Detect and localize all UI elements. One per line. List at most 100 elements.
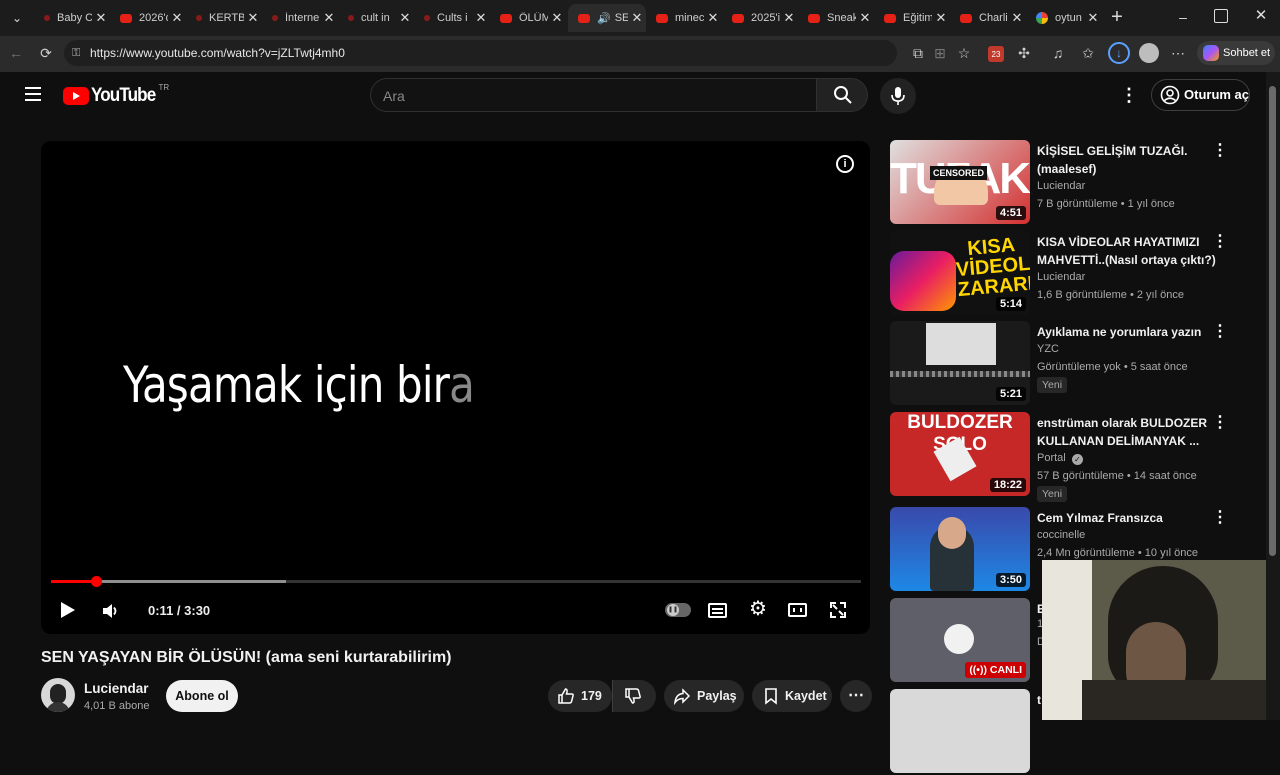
downloads-icon[interactable]: ↓: [1108, 42, 1130, 64]
channel-name[interactable]: Luciendar: [1037, 271, 1085, 283]
theater-mode-button[interactable]: [788, 603, 807, 617]
recommendation-item[interactable]: KISA VİDEOLAR ZARARLI 5:14 KISA VİDEOLAR…: [890, 231, 1240, 317]
site-info-icon[interactable]: ⚿: [72, 40, 80, 66]
more-vertical-icon[interactable]: ⋮: [1212, 143, 1228, 159]
video-title[interactable]: KİŞİSEL GELİŞİM TUZAĞI. (maalesef): [1037, 142, 1217, 178]
video-thumbnail[interactable]: BULDOZER SOLO 18:22: [890, 412, 1030, 496]
video-thumbnail[interactable]: TUZAK CENSORED 4:51: [890, 140, 1030, 224]
close-window-button[interactable]: ✕: [1252, 7, 1270, 25]
youtube-logo[interactable]: YouTube TR: [63, 83, 173, 107]
minimize-button[interactable]: –: [1174, 8, 1192, 26]
collections-icon[interactable]: ✩: [1078, 44, 1098, 62]
tab-audio-icon[interactable]: 🔊: [597, 12, 611, 25]
browser-tab[interactable]: Baby C ✕: [34, 4, 110, 32]
recommendation-item[interactable]: BULDOZER SOLO 18:22 enstrüman olarak BUL…: [890, 412, 1240, 502]
video-title[interactable]: KISA VİDEOLAR HAYATIMIZI MAHVETTİ..(Nası…: [1037, 233, 1217, 269]
tab-close-icon[interactable]: ✕: [548, 10, 566, 26]
browser-tab[interactable]: Cults i ✕: [414, 4, 490, 32]
video-thumbnail[interactable]: 3:50: [890, 507, 1030, 591]
browser-tab[interactable]: 2025'in✕: [722, 4, 798, 32]
extension-calendar-icon[interactable]: 23: [988, 46, 1004, 62]
browser-tab[interactable]: Sneak ✕: [798, 4, 874, 32]
video-player[interactable]: i Yaşamak için bira 0:11 / 3:30 ❚❚ ⚙: [41, 141, 870, 634]
translate-icon[interactable]: ⧉: [908, 44, 928, 62]
tab-close-icon[interactable]: ✕: [472, 10, 490, 26]
tab-close-icon[interactable]: ✕: [932, 10, 950, 26]
tab-list-chevron-icon[interactable]: ⌄: [8, 8, 26, 28]
maximize-button[interactable]: [1214, 9, 1228, 23]
volume-button[interactable]: [101, 601, 121, 621]
apps-icon[interactable]: ⊞: [930, 44, 950, 62]
tab-close-icon[interactable]: ✕: [704, 10, 722, 26]
fullscreen-button[interactable]: [828, 600, 848, 620]
dislike-button[interactable]: [612, 680, 656, 712]
play-button[interactable]: [61, 602, 77, 620]
like-button[interactable]: 179: [548, 680, 612, 712]
tab-close-icon[interactable]: ✕: [168, 10, 186, 26]
subtitles-button[interactable]: [708, 603, 727, 618]
search-button[interactable]: [816, 78, 868, 112]
reload-icon[interactable]: ⟳: [36, 44, 56, 62]
video-title[interactable]: enstrüman olarak BULDOZER KULLANAN DELİM…: [1037, 414, 1217, 450]
share-button[interactable]: Paylaş: [664, 680, 744, 712]
favorite-star-icon[interactable]: ☆: [954, 44, 974, 62]
scrollbar-thumb[interactable]: [1269, 86, 1276, 556]
copilot-button[interactable]: Sohbet et: [1197, 41, 1275, 65]
browser-tab[interactable]: ÖLÜM ✕: [490, 4, 566, 32]
browser-tab[interactable]: 2026'd✕: [110, 4, 186, 32]
tab-close-icon[interactable]: ✕: [628, 10, 646, 26]
new-tab-button[interactable]: +: [1106, 6, 1128, 28]
browser-menu-icon[interactable]: ⋯: [1168, 44, 1188, 62]
tab-close-icon[interactable]: ✕: [244, 10, 262, 26]
video-thumbnail[interactable]: KISA VİDEOLAR ZARARLI 5:14: [890, 231, 1030, 315]
save-button[interactable]: Kaydet: [752, 680, 832, 712]
settings-more-icon[interactable]: ⋮: [1120, 85, 1138, 105]
sign-in-button[interactable]: Oturum aç: [1151, 79, 1250, 111]
more-vertical-icon[interactable]: ⋮: [1212, 415, 1228, 431]
more-vertical-icon[interactable]: ⋮: [1212, 510, 1228, 526]
tab-close-icon[interactable]: ✕: [856, 10, 874, 26]
guide-menu-icon[interactable]: [25, 87, 41, 101]
browser-tab[interactable]: KERTB ✕: [186, 4, 262, 32]
video-thumbnail[interactable]: 5:21: [890, 321, 1030, 405]
settings-gear-icon[interactable]: ⚙: [747, 598, 769, 620]
channel-name[interactable]: Luciendar: [84, 681, 149, 696]
browser-tab[interactable]: cult in ✕: [338, 4, 414, 32]
progress-bar[interactable]: [51, 576, 861, 587]
tab-close-icon[interactable]: ✕: [780, 10, 798, 26]
tab-close-icon[interactable]: ✕: [320, 10, 338, 26]
back-arrow-icon[interactable]: ←: [6, 44, 26, 62]
channel-name[interactable]: Portal ✓: [1037, 452, 1083, 465]
tab-close-icon[interactable]: ✕: [1008, 10, 1026, 26]
browser-tab[interactable]: minec ✕: [646, 4, 722, 32]
recommendation-item[interactable]: TUZAK CENSORED 4:51 KİŞİSEL GELİŞİM TUZA…: [890, 140, 1240, 226]
browser-tab[interactable]: Charlie✕: [950, 4, 1026, 32]
tab-close-icon[interactable]: ✕: [396, 10, 414, 26]
more-vertical-icon[interactable]: ⋮: [1212, 234, 1228, 250]
browser-tab[interactable]: oytun ✕: [1026, 4, 1102, 32]
video-title[interactable]: Ayıklama ne yorumlara yazın: [1037, 323, 1217, 341]
autoplay-toggle[interactable]: ❚❚: [665, 603, 691, 617]
channel-name[interactable]: YZC: [1037, 343, 1059, 355]
channel-name[interactable]: coccinelle: [1037, 529, 1085, 541]
recommendation-item[interactable]: 5:21 Ayıklama ne yorumlara yazın YZC Gör…: [890, 321, 1240, 407]
channel-avatar[interactable]: [41, 678, 75, 712]
info-icon[interactable]: i: [836, 155, 854, 173]
tab-close-icon[interactable]: ✕: [92, 10, 110, 26]
performance-icon[interactable]: ♫: [1048, 44, 1068, 62]
progress-scrubber[interactable]: [90, 576, 102, 587]
more-actions-button[interactable]: ⋯: [840, 680, 872, 712]
profile-avatar[interactable]: [1139, 43, 1159, 63]
browser-tab[interactable]: Eğitim ✕: [874, 4, 950, 32]
browser-tab[interactable]: İnterne ✕: [262, 4, 338, 32]
search-input[interactable]: Ara: [370, 78, 816, 112]
voice-search-button[interactable]: [880, 78, 916, 114]
subscribe-button[interactable]: Abone ol: [166, 680, 238, 712]
browser-tab[interactable]: 🔊 SE ✕: [568, 4, 646, 32]
more-vertical-icon[interactable]: ⋮: [1212, 324, 1228, 340]
video-title[interactable]: Cem Yılmaz Fransızca: [1037, 509, 1217, 527]
extensions-puzzle-icon[interactable]: ✣: [1014, 44, 1034, 62]
video-thumbnail[interactable]: [890, 689, 1030, 773]
channel-name[interactable]: Luciendar: [1037, 180, 1085, 192]
address-bar-input[interactable]: ⚿ https://www.youtube.com/watch?v=jZLTwt…: [64, 40, 897, 66]
